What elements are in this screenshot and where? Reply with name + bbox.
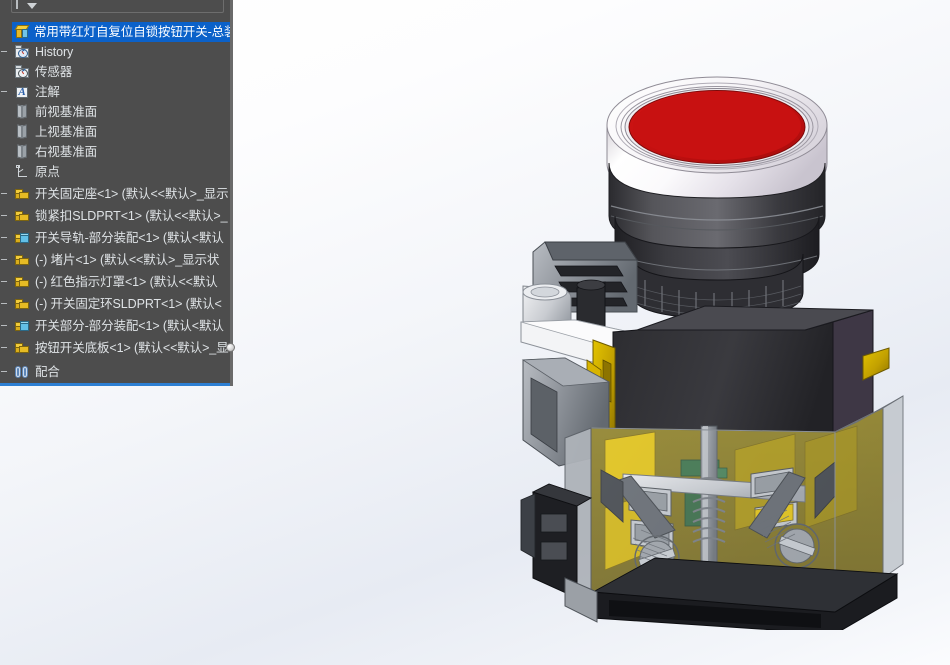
expand-toggle[interactable] [1,193,7,194]
tree-item-label: 上视基准面 [35,124,97,140]
expand-toggle[interactable] [1,281,7,282]
subassembly-icon [14,318,31,334]
panel-divider [16,0,18,9]
tree-item-part-switch-mount[interactable]: 开关固定座<1> (默认<<默认>_显示 [0,184,230,204]
subassembly-icon [14,230,31,246]
expand-toggle[interactable] [1,51,7,52]
tree-item-label: 常用带红灯自复位自锁按钮开关-总装 (默 [34,24,230,40]
tree-item-label: 按钮开关底板<1> (默认<<默认>_显 [35,340,229,356]
part-icon [14,340,31,356]
expand-toggle[interactable] [1,371,7,372]
expand-toggle[interactable] [1,237,7,238]
tree-item-label: History [35,44,73,60]
tree-item-label: 原点 [35,164,60,180]
tree-item-part-plug[interactable]: (-) 堵片<1> (默认<<默认>_显示状 [0,250,230,270]
plane-icon [14,124,31,140]
tree-item-front-plane[interactable]: 前视基准面 [0,102,230,122]
tree-item-part-red-lens[interactable]: (-) 红色指示灯罩<1> (默认<<默认 [0,272,230,292]
tree-item-label: 开关部分-部分装配<1> (默认<默认 [35,318,224,334]
part-icon [14,252,31,268]
expand-toggle[interactable] [1,303,7,304]
part-icon [14,274,31,290]
tree-item-label: (-) 堵片<1> (默认<<默认>_显示状 [35,252,219,268]
plane-icon [14,104,31,120]
tree-item-label: 配合 [35,364,60,380]
panel-tab-strip[interactable] [11,0,224,13]
part-icon [14,208,31,224]
push-button-switch-model[interactable] [505,30,925,630]
expand-toggle[interactable] [1,215,7,216]
tree-item-top-plane[interactable]: 上视基准面 [0,122,230,142]
tree-item-right-plane[interactable]: 右视基准面 [0,142,230,162]
tree-item-label: (-) 红色指示灯罩<1> (默认<<默认 [35,274,218,290]
tree-item-sensors[interactable]: 传感器 [0,62,230,82]
expand-toggle[interactable] [1,347,7,348]
tree-item-label: 开关导轨-部分装配<1> (默认<默认 [35,230,224,246]
plane-icon [14,144,31,160]
mates-icon [14,364,31,380]
part-icon [14,186,31,202]
tree-item-history[interactable]: History [0,42,230,62]
tree-item-part-base-plate[interactable]: 按钮开关底板<1> (默认<<默认>_显 [0,338,230,358]
expand-toggle[interactable] [1,259,7,260]
annotations-icon: A [14,84,31,100]
tree-item-assembly-root[interactable]: 常用带红灯自复位自锁按钮开关-总装 (默 [12,22,230,42]
expand-toggle[interactable] [1,91,7,92]
sensors-folder-icon [14,64,31,80]
tree-item-part-retaining-ring[interactable]: (-) 开关固定环SLDPRT<1> (默认< [0,294,230,314]
tree-item-subassembly-switch-section[interactable]: 开关部分-部分装配<1> (默认<默认 [0,316,230,336]
chevron-down-icon[interactable] [27,3,37,9]
tree-item-label: 锁紧扣SLDPRT<1> (默认<<默认>_ [35,208,227,224]
panel-resize-edge[interactable] [230,0,233,386]
tree-item-label: 开关固定座<1> (默认<<默认>_显示 [35,186,229,202]
expand-toggle[interactable] [1,325,7,326]
origin-icon [14,164,31,180]
feature-manager-panel[interactable]: 常用带红灯自复位自锁按钮开关-总装 (默 History 传感器 A 注解 [0,0,230,386]
tree-item-label: 注解 [35,84,60,100]
part-icon [14,296,31,312]
tree-item-label: 传感器 [35,64,72,80]
tree-item-label: 右视基准面 [35,144,97,160]
tree-item-annotations[interactable]: A 注解 [0,82,230,102]
assembly-icon [14,24,31,40]
panel-toolbar-strip [0,0,230,20]
tree-item-part-lock-clip[interactable]: 锁紧扣SLDPRT<1> (默认<<默认>_ [0,206,230,226]
tree-item-label: (-) 开关固定环SLDPRT<1> (默认< [35,296,222,312]
panel-bottom-accent [0,383,230,386]
panel-resize-grip[interactable] [226,343,235,352]
tree-item-origin[interactable]: 原点 [0,162,230,182]
tree-item-label: 前视基准面 [35,104,97,120]
tree-item-subassembly-switch-rail[interactable]: 开关导轨-部分装配<1> (默认<默认 [0,228,230,248]
history-folder-icon [14,44,31,60]
solidworks-window: 常用带红灯自复位自锁按钮开关-总装 (默 History 传感器 A 注解 [0,0,950,665]
tree-item-mates[interactable]: 配合 [0,362,230,382]
